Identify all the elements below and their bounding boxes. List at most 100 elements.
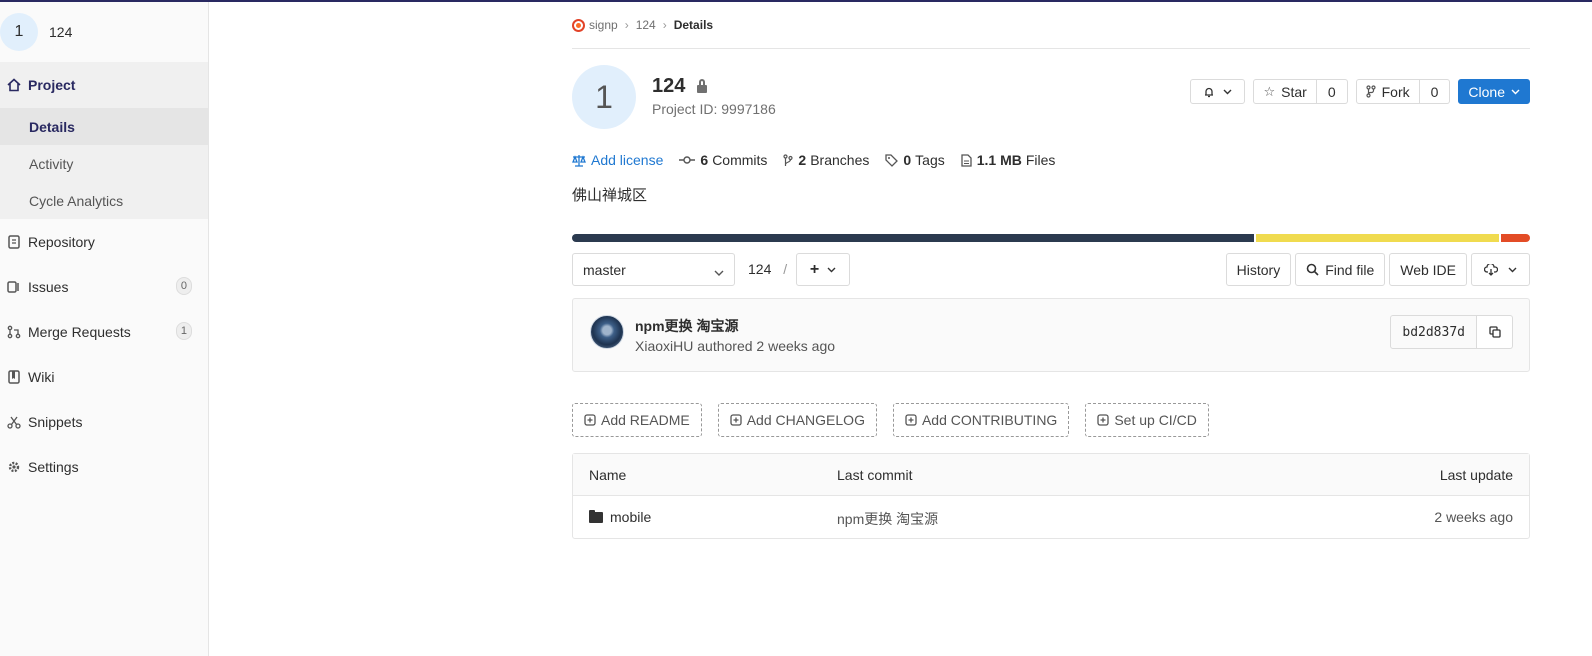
chevron-down-icon <box>714 264 724 280</box>
sidebar-item-label: Snippets <box>28 413 83 430</box>
merge-requests-count-badge: 1 <box>175 322 192 340</box>
sidebar-subitem-activity[interactable]: Activity <box>0 145 208 182</box>
fork-label: Fork <box>1381 83 1410 100</box>
sidebar-subitem-cycle-analytics[interactable]: Cycle Analytics <box>0 182 208 219</box>
language-segment[interactable] <box>572 234 1255 242</box>
add-license-label: Add license <box>591 152 664 168</box>
star-button[interactable]: ☆ Star <box>1253 79 1317 104</box>
chevron-right-icon: › <box>624 18 629 32</box>
sidebar-item-project[interactable]: Project <box>0 62 208 108</box>
project-header: 1 124 ☆ Star 0 Fork 0 Clone <box>572 49 1530 135</box>
repository-language-bar[interactable] <box>572 234 1530 242</box>
quick-action-label: Add CONTRIBUTING <box>921 412 1058 428</box>
quick-action-label: Add CHANGELOG <box>746 412 865 428</box>
tag-icon <box>885 153 899 167</box>
sidebar-item-snippets[interactable]: Snippets <box>0 399 208 444</box>
commit-author[interactable]: XiaoxiHU <box>635 338 693 354</box>
sidebar-item-merge-requests[interactable]: Merge Requests 1 <box>0 309 208 354</box>
commit-sha[interactable]: bd2d837d <box>1390 315 1477 349</box>
sidebar-subitem-label: Details <box>29 118 75 135</box>
file-last-update: 2 weeks ago <box>1434 509 1513 525</box>
breadcrumb-current[interactable]: Details <box>674 18 713 32</box>
file-tree-table: Name Last commit Last update mobile npm更… <box>572 453 1530 539</box>
bell-icon <box>1203 86 1215 98</box>
chevron-down-icon <box>1508 267 1517 273</box>
last-commit-panel: npm更换 淘宝源 XiaoxiHU authored 2 weeks ago … <box>572 298 1530 372</box>
star-label: Star <box>1281 83 1307 100</box>
add-to-tree-dropdown[interactable]: + <box>796 253 850 286</box>
project-stats: Add license 6 Commits 2 Branches 0 Tags <box>572 152 1055 168</box>
download-cloud-icon <box>1484 263 1498 276</box>
main-content: signp › 124 › Details 1 124 ☆ Star 0 For… <box>572 0 1530 539</box>
project-title: 124 <box>652 75 686 97</box>
commits-stat[interactable]: 6 Commits <box>679 152 767 168</box>
notification-dropdown[interactable] <box>1190 79 1246 104</box>
sidebar-item-issues[interactable]: Issues 0 <box>0 264 208 309</box>
repo-path-root[interactable]: 124 <box>748 261 771 277</box>
files-stat[interactable]: 1.1 MB Files <box>961 152 1056 168</box>
path-separator: / <box>783 261 788 277</box>
fork-button[interactable]: Fork <box>1355 79 1420 104</box>
language-segment[interactable] <box>1256 234 1500 242</box>
column-header-name: Name <box>589 467 627 483</box>
commit-title[interactable]: npm更换 淘宝源 <box>635 316 738 336</box>
repo-path: 124 / <box>748 261 787 277</box>
plus-icon: + <box>809 260 820 278</box>
download-dropdown[interactable] <box>1471 253 1530 286</box>
scale-icon <box>572 154 586 167</box>
history-button[interactable]: History <box>1225 253 1292 286</box>
breadcrumb-project[interactable]: 124 <box>636 18 656 32</box>
table-header: Name Last commit Last update <box>573 454 1529 496</box>
star-icon: ☆ <box>1263 83 1276 99</box>
files-label: Files <box>1025 152 1056 168</box>
file-last-commit[interactable]: npm更换 淘宝源 <box>837 509 938 529</box>
star-group: ☆ Star 0 <box>1253 79 1348 104</box>
scissors-icon <box>6 414 22 430</box>
quick-action-label: Set up CI/CD <box>1114 412 1197 428</box>
branch-selector[interactable]: master <box>572 253 735 286</box>
sidebar-item-label: Settings <box>28 458 79 475</box>
add-license-link[interactable]: Add license <box>572 152 663 168</box>
author-avatar[interactable] <box>590 315 624 349</box>
branches-count: 2 <box>798 152 807 168</box>
breadcrumb: signp › 124 › Details <box>572 0 1530 49</box>
sidebar-item-settings[interactable]: Settings <box>0 444 208 489</box>
breadcrumb-group[interactable]: signp <box>589 18 618 32</box>
setup-ci-cd-button[interactable]: Set up CI/CD <box>1085 403 1209 437</box>
table-row[interactable]: mobile npm更换 淘宝源 2 weeks ago <box>573 496 1529 538</box>
add-changelog-button[interactable]: Add CHANGELOG <box>717 403 877 437</box>
language-segment[interactable] <box>1501 234 1530 242</box>
fork-count[interactable]: 0 <box>1419 79 1451 104</box>
sidebar-project-header[interactable]: 1 124 <box>0 2 208 62</box>
sidebar-item-label: Project <box>28 77 76 93</box>
merge-request-icon <box>6 324 22 340</box>
sidebar-item-label: Merge Requests <box>28 323 131 340</box>
column-header-last-update: Last update <box>1439 467 1513 483</box>
chevron-down-icon <box>1223 89 1232 95</box>
clone-button[interactable]: Clone <box>1458 79 1530 104</box>
sidebar-item-label: Issues <box>28 278 69 295</box>
add-readme-button[interactable]: Add README <box>572 403 702 437</box>
tags-stat[interactable]: 0 Tags <box>885 152 945 168</box>
sidebar-project-name: 124 <box>49 24 73 40</box>
file-name[interactable]: mobile <box>610 509 651 525</box>
fork-group: Fork 0 <box>1355 79 1451 104</box>
plus-square-icon <box>905 414 917 426</box>
copy-sha-button[interactable] <box>1477 315 1513 349</box>
document-icon <box>6 234 22 250</box>
find-file-label: Find file <box>1325 261 1375 278</box>
add-contributing-button[interactable]: Add CONTRIBUTING <box>892 403 1070 437</box>
web-ide-button[interactable]: Web IDE <box>1389 253 1467 286</box>
sidebar-item-wiki[interactable]: Wiki <box>0 354 208 399</box>
chevron-right-icon: › <box>662 18 667 32</box>
files-size: 1.1 MB <box>976 152 1022 168</box>
branches-stat[interactable]: 2 Branches <box>783 152 869 168</box>
column-header-last-commit: Last commit <box>837 467 913 483</box>
sidebar-item-repository[interactable]: Repository <box>0 219 208 264</box>
tree-controls: master 124 / + History Find file Web IDE <box>572 253 1530 286</box>
find-file-button[interactable]: Find file <box>1295 253 1386 286</box>
commit-sha-group: bd2d837d <box>1390 315 1513 349</box>
star-count[interactable]: 0 <box>1316 79 1348 104</box>
sidebar-subitem-details[interactable]: Details <box>0 108 208 145</box>
file-icon <box>961 153 972 167</box>
